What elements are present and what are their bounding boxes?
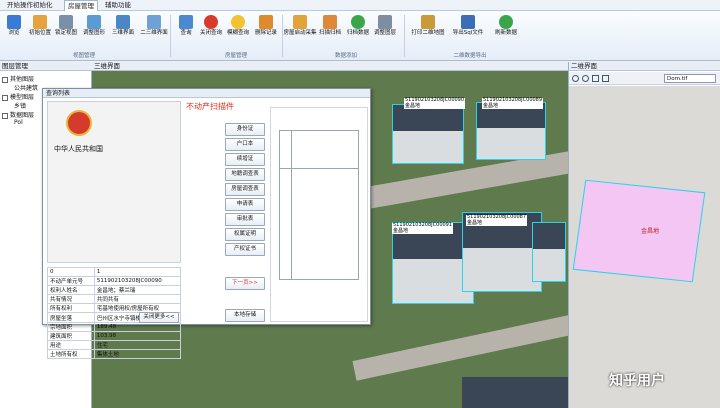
table-row: 权利人姓名 金昌地；蔡兰瑞 <box>47 285 182 296</box>
scan-archive-button[interactable]: 扫描归档 <box>318 13 342 47</box>
house-polygon[interactable] <box>476 102 546 160</box>
house-icon <box>293 15 307 29</box>
shape-icon <box>87 15 101 29</box>
zoom-out-icon[interactable] <box>582 75 589 82</box>
group-label-data: 数据添加 <box>334 53 357 59</box>
scan-icon <box>323 15 337 29</box>
fuzzy-query-button[interactable]: 模糊查询 <box>226 13 250 47</box>
table-row: 建筑面积 103.98 <box>47 330 182 341</box>
home-icon <box>33 15 47 29</box>
split-view-icon <box>147 15 161 29</box>
export-sql-button[interactable]: 导出Sql文件 <box>453 13 483 47</box>
lock-icon <box>59 15 73 29</box>
dialog-subtitle: 不动产扫描件 <box>186 102 234 111</box>
form-line <box>291 130 292 280</box>
group-label-export: 二维数据导出 <box>453 53 487 59</box>
country-name: 中华人民共和国 <box>54 145 103 153</box>
layer-item[interactable]: 其他图层 <box>2 74 34 83</box>
2d-map-panel: 二维界面 Dom.tif 金昌地 <box>568 62 720 408</box>
doc-button-ownership[interactable]: 权属证明 <box>225 228 265 241</box>
table-row: 共有情况 共同共有 <box>47 294 182 305</box>
doc-button-continuation[interactable]: 续增证 <box>225 153 265 166</box>
close-more-button[interactable]: 关闭更多<< <box>139 312 179 323</box>
refresh-data-button[interactable]: 刷新数据 <box>494 13 518 47</box>
doc-button-id-card[interactable]: 身份证 <box>225 123 265 136</box>
layer-item[interactable]: 数据图层 <box>2 110 34 119</box>
checkbox[interactable] <box>2 76 8 83</box>
national-emblem-icon <box>66 110 92 136</box>
print-icon <box>421 15 435 29</box>
print-2d-map-button[interactable]: 打印二维地图 <box>411 13 445 47</box>
doc-button-cadastral[interactable]: 地籍调查表 <box>225 168 265 181</box>
doc-button-household[interactable]: 户口本 <box>225 138 265 151</box>
watermark: 知乎用户 <box>609 373 665 389</box>
2d-map-canvas[interactable]: 金昌地 <box>569 86 720 408</box>
table-row: 不动产单元号 511902103208JC00090 <box>47 276 182 287</box>
3d-view-button[interactable]: 三维界面 <box>111 13 135 47</box>
layer-item[interactable]: 乡镇 <box>14 101 26 110</box>
2d-toolbar: Dom.tif <box>569 72 720 85</box>
scan-preview <box>270 107 368 322</box>
tab-aux[interactable]: 辅助功能 <box>102 0 134 11</box>
adjust-shape-button[interactable]: 调整图形 <box>82 13 106 47</box>
layer-item[interactable]: 公共建筑 <box>14 83 38 92</box>
layer-select[interactable]: Dom.tif <box>664 74 716 83</box>
parcel-label: 511902103208JC00090 金昌地 <box>404 97 466 109</box>
refresh-icon <box>499 15 513 29</box>
layer-item[interactable]: 模型图层 <box>2 92 34 101</box>
parcel-label: 511902103208JC00087 金昌地 <box>466 214 528 226</box>
2d3d-view-button[interactable]: 二三维界面 <box>140 13 168 47</box>
table-row: 土地所有权 集体土地 <box>47 348 182 359</box>
layer-item[interactable]: Pol <box>14 119 23 126</box>
globe-icon <box>7 15 21 29</box>
lock-view-button[interactable]: 锁定视图 <box>54 13 78 47</box>
house-collect-button[interactable]: 房屋启动采集 <box>283 13 317 47</box>
group-label-view: 视图管理 <box>72 53 95 59</box>
layers-icon <box>378 15 392 29</box>
adjust-layer-button[interactable]: 调整图层 <box>373 13 397 47</box>
cube-icon <box>116 15 130 29</box>
doc-button-house-survey[interactable]: 房屋调查表 <box>225 183 265 196</box>
delete-icon <box>259 15 273 29</box>
next-page-button[interactable]: 下一页>> <box>225 277 265 290</box>
doc-button-application[interactable]: 申请表 <box>225 198 265 211</box>
roof-shape <box>462 377 568 408</box>
house-polygon[interactable] <box>532 222 566 282</box>
close-icon <box>204 15 218 29</box>
id-card-image: 中华人民共和国 <box>47 101 181 263</box>
parcel-label: 511902103208JC00091 金昌地 <box>392 222 454 234</box>
tab-init[interactable]: 初始化 <box>30 0 56 11</box>
parcel-label: 511902103208JC00089 金昌地 <box>482 97 544 109</box>
ribbon-separator <box>404 15 405 57</box>
table-row: 用途 住宅 <box>47 339 182 350</box>
group-label-house: 房屋管理 <box>224 53 247 59</box>
map-panel-title: 三维界面 <box>92 62 568 71</box>
road <box>352 313 568 381</box>
select-icon[interactable] <box>602 75 609 82</box>
house-polygon[interactable] <box>392 104 464 164</box>
query-dialog: 查询列表 不动产扫描件 中华人民共和国 01 不动产单元号 51190210320… <box>42 88 371 359</box>
layer-panel-title: 图层管理 <box>0 62 92 71</box>
parcel-name: 金昌地 <box>641 228 660 235</box>
table-row: 01 <box>47 266 182 278</box>
table-row: 宗地面积 189.48 <box>47 321 182 332</box>
parcel-polygon[interactable] <box>572 179 706 283</box>
refresh-icon <box>351 15 365 29</box>
doc-button-approval[interactable]: 审批表 <box>225 213 265 226</box>
bulb-icon <box>231 15 245 29</box>
dialog-title: 查询列表 <box>43 89 370 98</box>
checkbox[interactable] <box>2 94 8 101</box>
save-local-button[interactable]: 本地存储 <box>225 309 265 322</box>
ribbon: 浏览 初始位置 锁定视图 调整图形 三维界面 二三维界面 查询 关闭查询 模糊查… <box>0 11 720 61</box>
2d-panel-title: 二维界面 <box>569 62 720 71</box>
checkbox[interactable] <box>2 112 8 119</box>
export-icon <box>461 15 475 29</box>
pan-icon[interactable] <box>592 75 599 82</box>
search-icon <box>179 15 193 29</box>
ribbon-tabs: 开始操作 初始化 房屋管理 辅助功能 <box>0 0 720 11</box>
doc-button-certificate[interactable]: 产权证书 <box>225 243 265 256</box>
tab-house[interactable]: 房屋管理 <box>64 0 98 11</box>
delete-record-button[interactable]: 删除记录 <box>254 13 278 47</box>
zoom-in-icon[interactable] <box>572 75 579 82</box>
